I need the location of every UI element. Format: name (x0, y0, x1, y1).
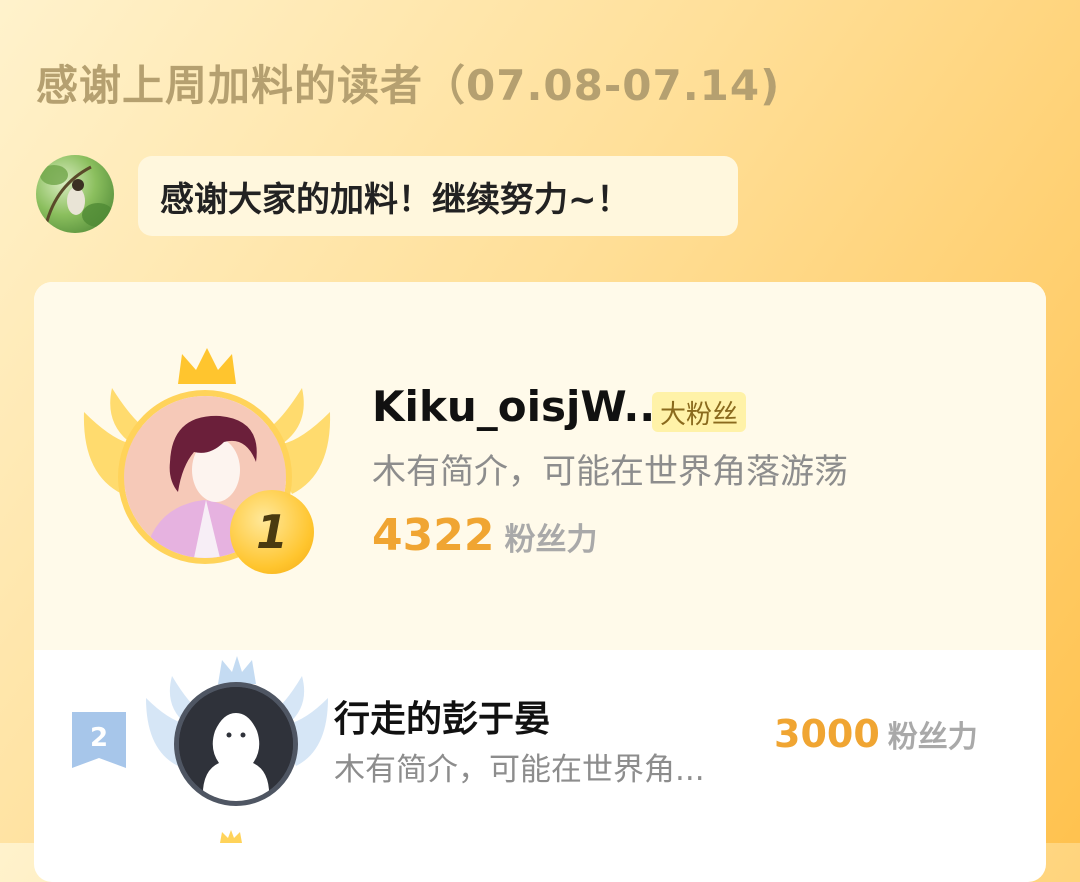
rank-2-avatar[interactable] (174, 682, 298, 806)
rank-1-intro: 木有简介，可能在世界角落游荡 (372, 452, 848, 492)
fan-level-badge-label: 大粉丝 (660, 399, 739, 430)
fan-level-badge: 大粉丝 (652, 392, 747, 432)
rank-2-points-value: 3000 (774, 712, 880, 756)
rank-2-points-unit: 粉丝力 (887, 720, 978, 755)
rank-1-medal: 1 (230, 490, 314, 574)
rank-2-number: 2 (90, 723, 108, 753)
author-message-bubble: 感谢大家的加料！继续努力~！ (138, 156, 738, 236)
rank-1-username[interactable]: Kiku_oisjW... (372, 382, 671, 431)
rank-2-intro: 木有简介，可能在世界角... (334, 752, 705, 788)
page-title: 感谢上周加料的读者（07.08-07.14) (36, 61, 781, 110)
fan-ranking-panel: 1 Kiku_oisjW... 大粉丝 木有简介，可能在世界角落游荡 4322 粉… (34, 282, 1046, 882)
author-message-text: 感谢大家的加料！继续努力~！ (160, 179, 631, 220)
rank-2-username[interactable]: 行走的彭于晏 (334, 690, 550, 742)
rank-2-points: 3000 粉丝力 (774, 712, 978, 756)
rank-1-points: 4322 粉丝力 (372, 510, 597, 561)
rank-3-crown-icon (220, 830, 242, 843)
rank-1-points-unit: 粉丝力 (504, 522, 598, 558)
rank-1-number: 1 (255, 505, 288, 559)
author-avatar[interactable] (36, 155, 114, 233)
rank-2-flag-icon: 2 (72, 712, 126, 768)
rank-1-points-value: 4322 (372, 510, 495, 561)
